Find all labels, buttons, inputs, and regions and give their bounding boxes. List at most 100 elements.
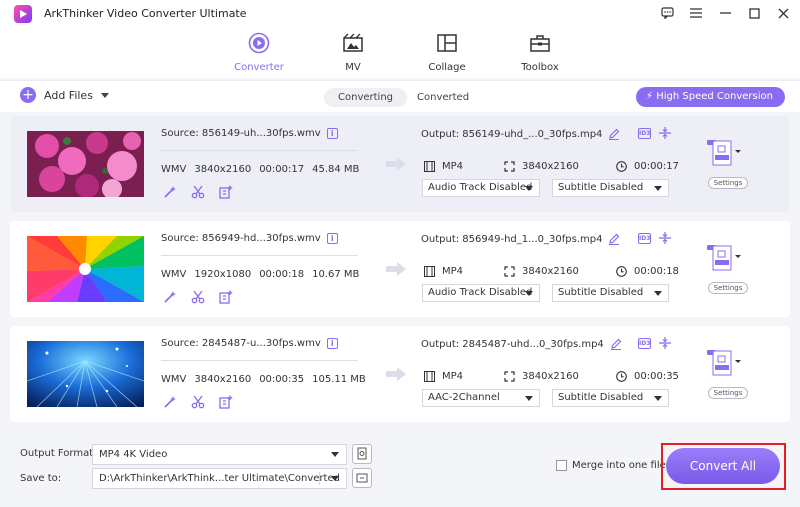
tab-converter[interactable]: Converter [219, 32, 299, 73]
file-list: Source: 856149-uh...30fps.wmv i WMV 3840x… [10, 116, 790, 428]
mp4-format-icon[interactable] [707, 348, 743, 376]
toolbar: + Add Files Converting Converted ⚡ High … [0, 80, 800, 112]
mp4-format-icon[interactable] [707, 138, 743, 166]
source-meta: WMV 3840x2160 00:00:35 105.11 MB [161, 374, 366, 385]
plus-icon: + [20, 87, 36, 103]
audio-track-select[interactable]: Audio Track Disabled [422, 179, 540, 197]
video-thumbnail[interactable] [27, 341, 144, 407]
chevron-down-icon [654, 186, 662, 191]
video-thumbnail[interactable] [27, 236, 144, 302]
enhance-icon[interactable] [163, 395, 177, 409]
cut-icon[interactable] [191, 395, 205, 409]
source-filename: Source: 856149-uh...30fps.wmv [161, 128, 321, 139]
enhance-icon[interactable] [163, 290, 177, 304]
edit-tools [163, 185, 247, 199]
tab-toolbox[interactable]: Toolbox [500, 32, 580, 73]
film-icon [424, 161, 435, 172]
file-row[interactable]: Source: 2845487-u...30fps.wmv i WMV 3840x… [10, 326, 790, 422]
merge-into-one-file[interactable]: Merge into one file [556, 460, 666, 471]
edit-effects-icon[interactable] [219, 395, 233, 409]
format-settings-icon [357, 447, 367, 460]
chevron-down-icon [525, 396, 533, 401]
chevron-down-icon [331, 452, 339, 457]
output-format-select[interactable]: MP4 4K Video [92, 444, 347, 465]
id3-tag-icon[interactable]: ID3 [638, 233, 651, 244]
chevron-down-icon [654, 396, 662, 401]
convert-all-button[interactable]: Convert All [666, 448, 780, 484]
resolution-icon [504, 161, 515, 172]
source-filename: Source: 856949-hd...30fps.wmv [161, 233, 321, 244]
tab-converting[interactable]: Converting [324, 88, 408, 107]
edit-effects-icon[interactable] [219, 185, 233, 199]
subtitle-select[interactable]: Subtitle Disabled [552, 389, 669, 407]
audio-track-select[interactable]: AAC-2Channel [422, 389, 540, 407]
subtitle-select[interactable]: Subtitle Disabled [552, 179, 669, 197]
resolution-icon [504, 371, 515, 382]
id3-tag-icon[interactable]: ID3 [638, 338, 651, 349]
chevron-down-icon [331, 476, 339, 481]
format-settings-button[interactable] [352, 444, 372, 464]
toolbox-icon [530, 35, 550, 52]
edit-effects-icon[interactable] [219, 290, 233, 304]
title-bar: ArkThinker Video Converter Ultimate [0, 0, 800, 28]
tab-converted[interactable]: Converted [403, 88, 483, 107]
enhance-icon[interactable] [163, 185, 177, 199]
chevron-down-icon [525, 186, 533, 191]
menu-icon[interactable] [685, 2, 707, 24]
source-meta: WMV 1920x1080 00:00:18 10.67 MB [161, 269, 360, 280]
output-filename: Output: 856949-hd_1...0_30fps.mp4 [421, 233, 603, 245]
cut-icon[interactable] [191, 185, 205, 199]
add-files-button[interactable]: + Add Files [20, 87, 109, 103]
tab-mv[interactable]: MV [313, 32, 393, 73]
feedback-icon[interactable] [656, 2, 678, 24]
mv-icon [343, 33, 363, 52]
source-filename: Source: 2845487-u...30fps.wmv [161, 338, 321, 349]
mp4-format-icon[interactable] [707, 243, 743, 271]
chevron-down-icon[interactable] [100, 92, 109, 98]
info-icon[interactable]: i [326, 233, 338, 244]
settings-button[interactable]: Settings [708, 387, 748, 399]
pencil-icon[interactable] [608, 233, 620, 245]
save-to-label: Save to: [20, 473, 62, 484]
audio-track-select[interactable]: Audio Track Disabled [422, 284, 540, 302]
settings-button[interactable]: Settings [708, 282, 748, 294]
film-icon [424, 266, 435, 277]
info-icon[interactable]: i [326, 128, 338, 139]
file-row[interactable]: Source: 856949-hd...30fps.wmv i WMV 1920x… [10, 221, 790, 317]
edit-tools [163, 290, 247, 304]
settings-button[interactable]: Settings [708, 177, 748, 189]
subtitle-select[interactable]: Subtitle Disabled [552, 284, 669, 302]
pencil-icon[interactable] [608, 128, 620, 140]
compress-icon[interactable] [659, 127, 671, 139]
resolution-icon [504, 266, 515, 277]
pencil-icon[interactable] [610, 338, 622, 350]
bottom-bar: Output Format: MP4 4K Video Save to: D:\… [0, 433, 800, 507]
compress-icon[interactable] [659, 232, 671, 244]
minimize-icon[interactable] [714, 2, 736, 24]
arrow-right-icon [386, 262, 406, 276]
divider [161, 360, 358, 361]
arrow-right-icon [386, 157, 406, 171]
file-row[interactable]: Source: 856149-uh...30fps.wmv i WMV 3840x… [10, 116, 790, 212]
edit-tools [163, 395, 247, 409]
source-meta: WMV 3840x2160 00:00:17 45.84 MB [161, 164, 360, 175]
compress-icon[interactable] [659, 337, 671, 349]
save-to-path-select[interactable]: D:\ArkThinker\ArkThink...ter Ultimate\Co… [92, 468, 347, 489]
chevron-down-icon [525, 291, 533, 296]
app-logo-icon [14, 5, 32, 23]
video-thumbnail[interactable] [27, 131, 144, 197]
high-speed-conversion-button[interactable]: ⚡ High Speed Conversion [636, 87, 785, 107]
tab-collage[interactable]: Collage [407, 32, 487, 73]
close-icon[interactable] [772, 2, 794, 24]
clock-icon [616, 161, 627, 172]
maximize-icon[interactable] [743, 2, 765, 24]
app-title: ArkThinker Video Converter Ultimate [44, 7, 247, 20]
divider [161, 255, 358, 256]
cut-icon[interactable] [191, 290, 205, 304]
id3-tag-icon[interactable]: ID3 [638, 128, 651, 139]
output-format-label: Output Format: [20, 448, 97, 459]
folder-icon [356, 473, 368, 483]
open-folder-button[interactable] [352, 468, 372, 488]
merge-checkbox[interactable] [556, 460, 567, 471]
info-icon[interactable]: i [326, 338, 338, 349]
